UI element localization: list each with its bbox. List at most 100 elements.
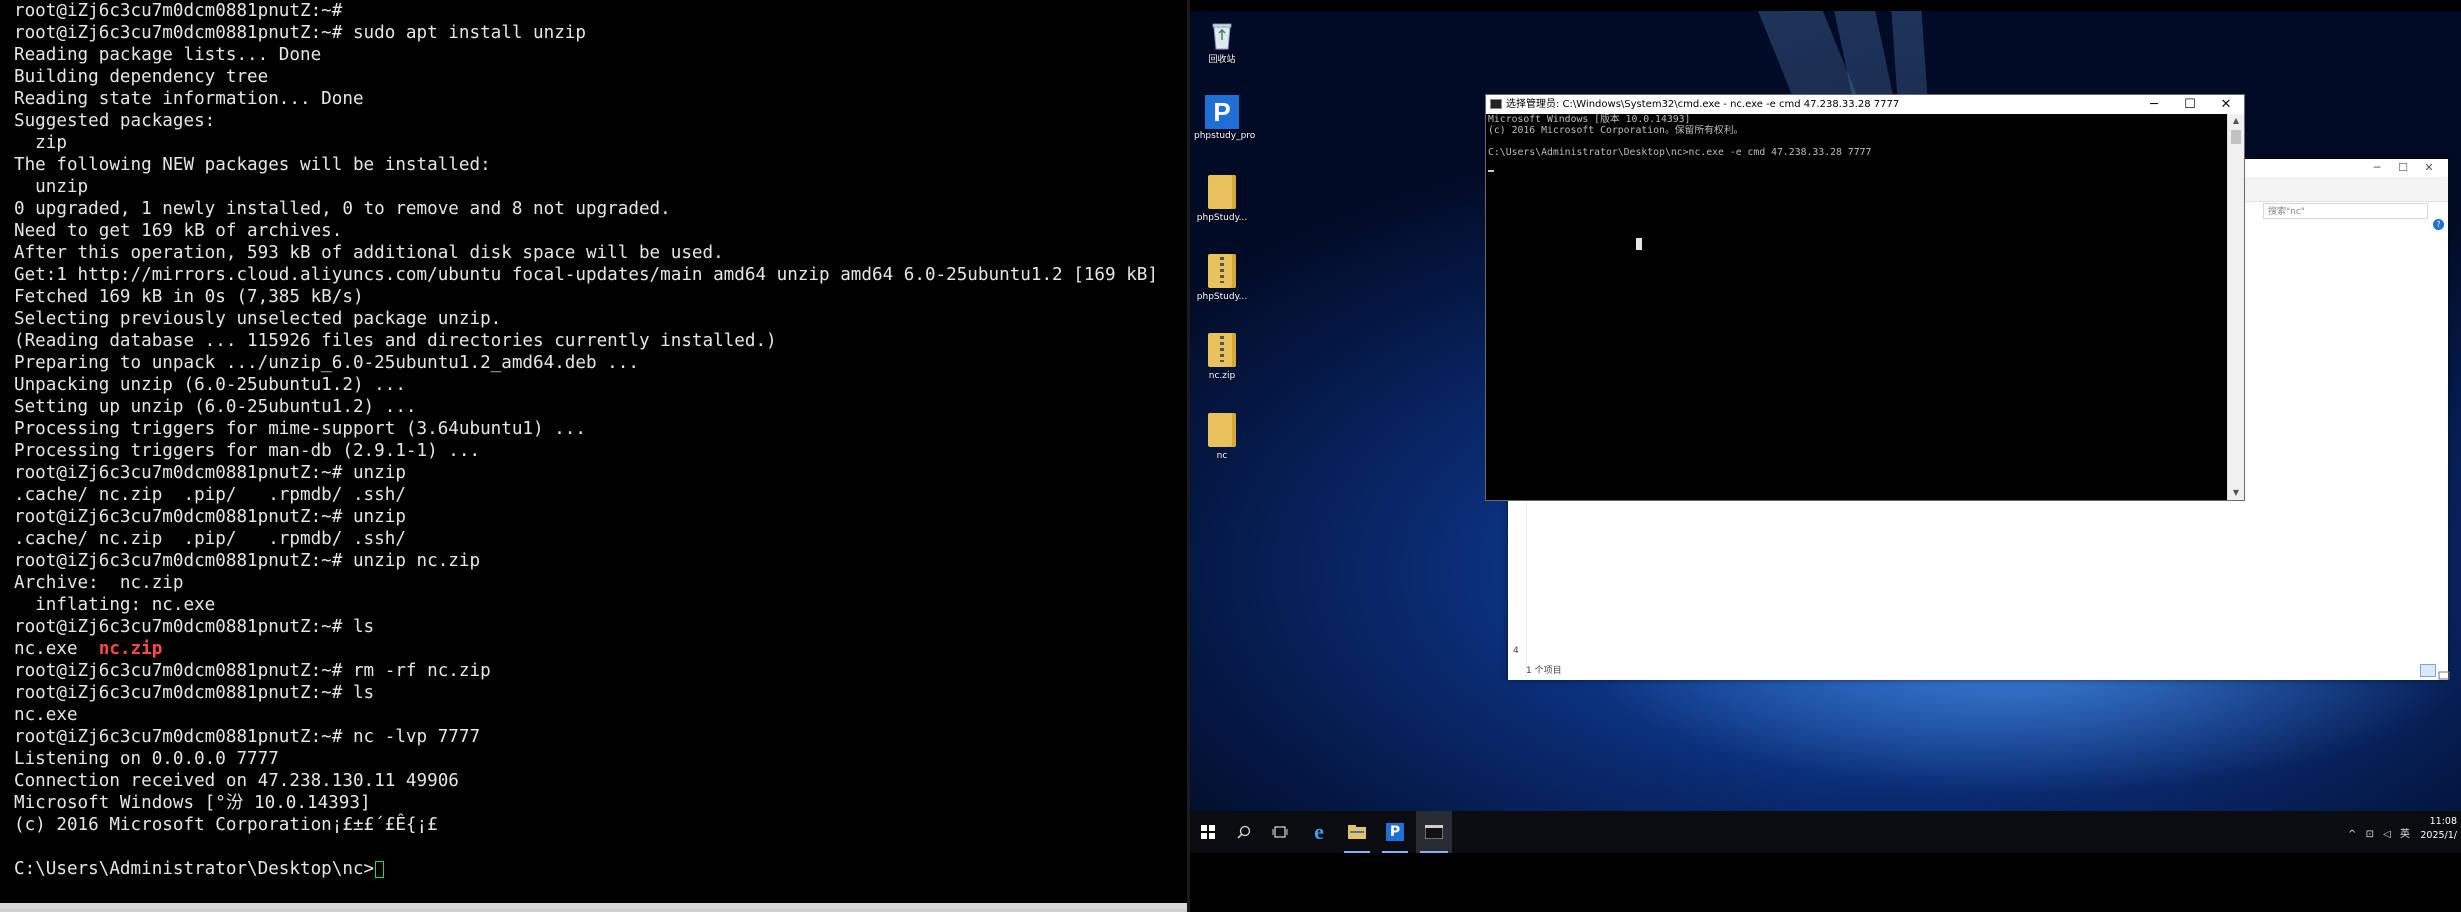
- maximize-icon[interactable]: ☐: [2392, 161, 2414, 174]
- terminal-line-text: inflating: nc.exe: [14, 595, 216, 615]
- terminal-line-text: .cache/ nc.zip .pip/ .rpmdb/ .ssh/: [14, 485, 406, 505]
- terminal-line: inflating: nc.exe: [14, 594, 1158, 616]
- terminal-line-text: nc.exe: [14, 639, 99, 659]
- linux-terminal[interactable]: root@iZj6c3cu7m0dcm0881pnutZ:~# root@iZj6…: [0, 0, 1187, 912]
- file-explorer-icon: [1348, 825, 1366, 839]
- terminal-line: root@iZj6c3cu7m0dcm0881pnutZ:~# unzip: [14, 506, 1158, 528]
- terminal-line-text: Microsoft Windows [°汾 10.0.14393]: [14, 793, 371, 813]
- terminal-line: root@iZj6c3cu7m0dcm0881pnutZ:~# ls: [14, 682, 1158, 704]
- terminal-line-text: (c) 2016 Microsoft Corporation¡£±£´£Ê{¡£: [14, 815, 438, 835]
- task-view-button[interactable]: [1264, 811, 1296, 853]
- terminal-line-text: root@iZj6c3cu7m0dcm0881pnutZ:~#: [14, 1, 343, 21]
- terminal-line: Connection received on 47.238.130.11 499…: [14, 770, 1158, 792]
- scroll-down-arrow-icon[interactable]: ▼: [2228, 486, 2244, 500]
- scrollbar-thumb[interactable]: [2231, 130, 2241, 144]
- cmd-taskbar-button[interactable]: [1416, 811, 1452, 853]
- terminal-line: root@iZj6c3cu7m0dcm0881pnutZ:~# nc -lvp …: [14, 726, 1158, 748]
- cmd-text-caret: [1488, 170, 1494, 172]
- terminal-line-text: root@iZj6c3cu7m0dcm0881pnutZ:~# unzip nc…: [14, 551, 481, 571]
- large-icons-view-icon[interactable]: [2438, 666, 2450, 680]
- minimize-icon[interactable]: ─: [2366, 161, 2388, 174]
- recycle-bin-icon: [1204, 17, 1240, 53]
- terminal-line-text: root@iZj6c3cu7m0dcm0881pnutZ:~# ls: [14, 683, 375, 703]
- terminal-line: Microsoft Windows [°汾 10.0.14393]: [14, 792, 1158, 814]
- terminal-line-text: C:\Users\Administrator\Desktop\nc>: [14, 859, 375, 879]
- terminal-line-text: Need to get 169 kB of archives.: [14, 221, 343, 241]
- start-button[interactable]: [1192, 811, 1224, 853]
- close-button[interactable]: ✕: [2208, 95, 2244, 114]
- terminal-line: nc.exe: [14, 704, 1158, 726]
- desktop-icon-nc-folder[interactable]: nc: [1194, 413, 1250, 462]
- cmd-terminal-icon: [1425, 825, 1443, 839]
- phpstudy-app-icon: P: [1386, 823, 1404, 841]
- scroll-up-arrow-icon[interactable]: ▲: [2228, 114, 2244, 128]
- clock-time: 11:08: [2429, 816, 2457, 827]
- terminal-line: Building dependency tree: [14, 66, 1158, 88]
- desktop-icon-label: phpstudy_pro: [1194, 131, 1256, 141]
- terminal-line: root@iZj6c3cu7m0dcm0881pnutZ:~# unzip: [14, 462, 1158, 484]
- desktop-icon-label: nc: [1216, 451, 1228, 461]
- terminal-line: Listening on 0.0.0.0 7777: [14, 748, 1158, 770]
- minimize-button[interactable]: ─: [2136, 95, 2172, 114]
- explorer-search-input[interactable]: 搜索"nc": [2263, 203, 2428, 219]
- desktop-icon-recycle-bin[interactable]: 回收站: [1194, 17, 1250, 66]
- terminal-highlight-filename: nc.zip: [98, 639, 163, 659]
- clock-date: 2025/1/: [2420, 830, 2457, 841]
- edge-browser-button[interactable]: e: [1302, 811, 1336, 853]
- system-tray[interactable]: ^ ⊡ ◁ 英: [2348, 825, 2413, 840]
- terminal-line-text: Fetched 169 kB in 0s (7,385 kB/s): [14, 287, 364, 307]
- explorer-nav-count: 4: [1513, 646, 1519, 656]
- desktop-icon-phpstudy-zip[interactable]: phpStudy...: [1194, 254, 1250, 303]
- cmd-titlebar[interactable]: 选择管理员: C:\Windows\System32\cmd.exe - nc.…: [1486, 95, 2244, 114]
- terminal-line-text: Preparing to unpack .../unzip_6.0-25ubun…: [14, 353, 639, 373]
- search-button[interactable]: [1228, 811, 1260, 853]
- desktop-icon-label: phpStudy...: [1196, 292, 1248, 302]
- terminal-line-text: Building dependency tree: [14, 67, 269, 87]
- details-view-icon[interactable]: [2420, 664, 2436, 677]
- terminal-line: root@iZj6c3cu7m0dcm0881pnutZ:~# rm -rf n…: [14, 660, 1158, 682]
- terminal-line: Fetched 169 kB in 0s (7,385 kB/s): [14, 286, 1158, 308]
- desktop-icon-nc-zip[interactable]: nc.zip: [1194, 333, 1250, 382]
- zip-folder-icon: [1208, 254, 1236, 288]
- cmd-output-line: (c) 2016 Microsoft Corporation。保留所有权利。: [1488, 125, 1744, 136]
- terminal-line: nc.exe nc.zip: [14, 638, 1158, 660]
- terminal-line: root@iZj6c3cu7m0dcm0881pnutZ:~# unzip nc…: [14, 550, 1158, 572]
- desktop-icon-label: nc.zip: [1208, 371, 1236, 381]
- maximize-button[interactable]: ☐: [2172, 95, 2208, 114]
- terminal-line-text: (Reading database ... 115926 files and d…: [14, 331, 777, 351]
- cmd-window-icon: [1490, 99, 1502, 109]
- folder-icon: [1208, 175, 1236, 209]
- cmd-scrollbar[interactable]: ▲ ▼: [2227, 114, 2244, 500]
- help-icon[interactable]: ?: [2433, 219, 2444, 230]
- desktop-icon-phpstudy-folder[interactable]: phpStudy...: [1194, 175, 1250, 224]
- phpstudy-app-icon: P: [1205, 95, 1239, 129]
- vm-top-bar: [1190, 0, 2461, 11]
- windows-remote-desktop[interactable]: 回收站 P phpstudy_pro phpStudy... phpStudy.…: [1190, 0, 2461, 912]
- terminal-line-text: Processing triggers for mime-support (3.…: [14, 419, 586, 439]
- terminal-line: root@iZj6c3cu7m0dcm0881pnutZ:~# ls: [14, 616, 1158, 638]
- cmd-window[interactable]: 选择管理员: C:\Windows\System32\cmd.exe - nc.…: [1485, 94, 2245, 501]
- cmd-output-line: Microsoft Windows [版本 10.0.14393]: [1488, 114, 1691, 125]
- terminal-line: Reading package lists... Done: [14, 44, 1158, 66]
- terminal-line-text: root@iZj6c3cu7m0dcm0881pnutZ:~# rm -rf n…: [14, 661, 491, 681]
- terminal-line-text: root@iZj6c3cu7m0dcm0881pnutZ:~# nc -lvp …: [14, 727, 481, 747]
- desktop-icon-label: phpStudy...: [1196, 213, 1248, 223]
- desktop-icon-label: 回收站: [1208, 55, 1236, 65]
- file-explorer-button[interactable]: [1340, 811, 1374, 853]
- taskbar-clock[interactable]: 11:08 2025/1/: [2420, 815, 2457, 843]
- terminal-line: The following NEW packages will be insta…: [14, 154, 1158, 176]
- phpstudy-taskbar-button[interactable]: P: [1378, 811, 1412, 853]
- terminal-line: C:\Users\Administrator\Desktop\nc>: [14, 858, 1158, 880]
- terminal-line-text: Setting up unzip (6.0-25ubuntu1.2) ...: [14, 397, 417, 417]
- desktop-icon-phpstudy-pro[interactable]: P phpstudy_pro: [1194, 95, 1256, 142]
- close-icon[interactable]: ✕: [2418, 161, 2440, 174]
- terminal-line: root@iZj6c3cu7m0dcm0881pnutZ:~#: [14, 0, 1158, 22]
- terminal-line: Unpacking unzip (6.0-25ubuntu1.2) ...: [14, 374, 1158, 396]
- cmd-console[interactable]: Microsoft Windows [版本 10.0.14393] (c) 20…: [1486, 114, 2228, 500]
- edge-browser-icon: e: [1314, 819, 1324, 844]
- terminal-line: Setting up unzip (6.0-25ubuntu1.2) ...: [14, 396, 1158, 418]
- terminal-line-text: Listening on 0.0.0.0 7777: [14, 749, 279, 769]
- windows-logo-icon: [1201, 825, 1215, 839]
- terminal-line-text: Selecting previously unselected package …: [14, 309, 502, 329]
- windows-desktop[interactable]: 回收站 P phpstudy_pro phpStudy... phpStudy.…: [1190, 11, 2461, 811]
